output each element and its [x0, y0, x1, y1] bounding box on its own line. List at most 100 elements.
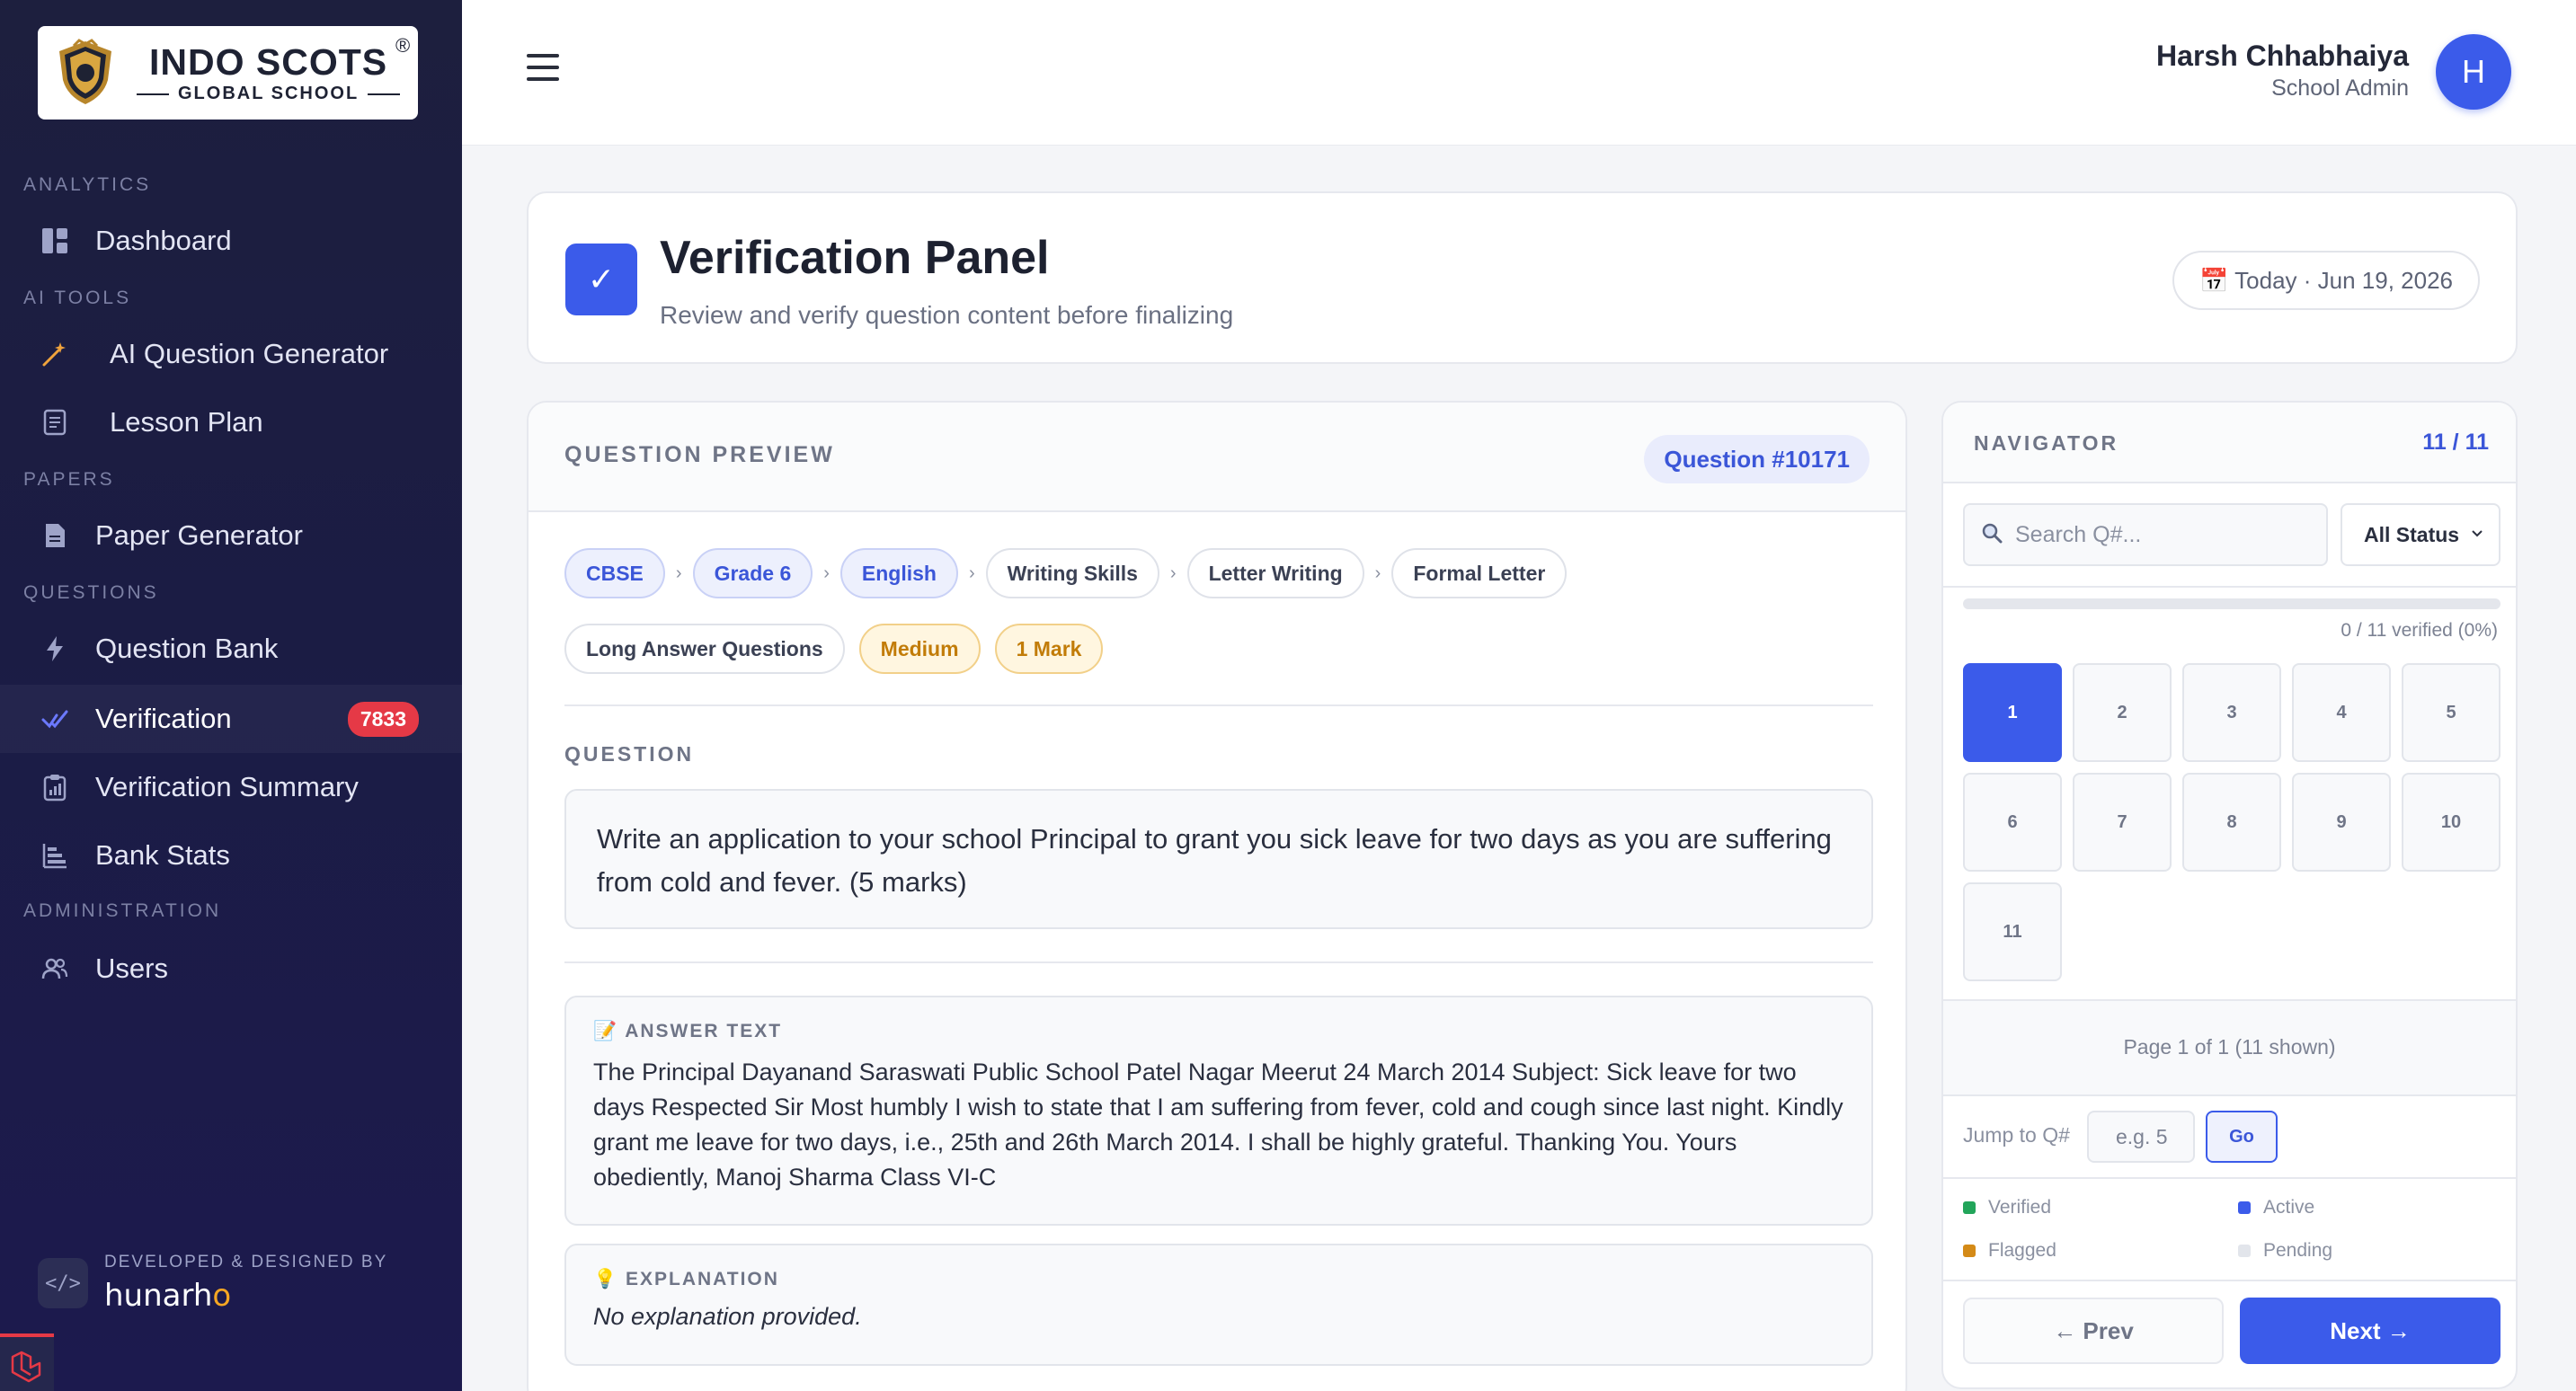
bolt-icon: [40, 633, 70, 664]
chevron-down-icon: [2472, 530, 2483, 537]
search-input[interactable]: [2015, 521, 2312, 548]
developer-caption: DEVELOPED & DESIGNED BY: [104, 1253, 388, 1271]
question-button[interactable]: 7: [2073, 773, 2172, 872]
search-icon: [1981, 522, 2003, 548]
question-button[interactable]: 11: [1963, 882, 2062, 981]
navigator-header: NAVIGATOR 11 / 11: [1943, 403, 2516, 483]
dashboard-icon: [40, 226, 70, 256]
tag-board: CBSE: [564, 548, 665, 598]
explanation-text: No explanation provided.: [593, 1303, 862, 1330]
sidebar-item-users[interactable]: Users: [0, 935, 462, 1003]
chevron-right-icon: ›: [1374, 563, 1381, 583]
navigator-card: NAVIGATOR 11 / 11 All Status 0 / 11 veri…: [1941, 401, 2518, 1389]
file-icon: [40, 520, 70, 551]
chevron-right-icon: ›: [968, 563, 975, 583]
jump-input[interactable]: [2087, 1111, 2195, 1163]
question-button[interactable]: 2: [2073, 663, 2172, 762]
divider: [564, 704, 1873, 706]
sidebar-item-label: Verification Summary: [95, 771, 359, 802]
section-ai-tools: AI TOOLS: [23, 288, 132, 308]
page-text: Page 1 of 1 (11 shown): [2123, 1035, 2336, 1059]
chevron-right-icon: ›: [1169, 563, 1177, 583]
tag-question-type: Long Answer Questions: [564, 624, 845, 674]
question-button[interactable]: 5: [2402, 663, 2500, 762]
legend-swatch: [2238, 1201, 2251, 1214]
sidebar-item-label: Lesson Plan: [110, 406, 263, 438]
user-role: School Admin: [2271, 75, 2409, 101]
users-icon: [40, 953, 70, 984]
pagination-info: Page 1 of 1 (11 shown): [1943, 999, 2516, 1096]
sidebar-item-label: Dashboard: [95, 225, 232, 256]
developer-logo[interactable]: hunarho: [104, 1278, 387, 1314]
question-grid: 1 2 3 4 5 6 7 8 9 10 11: [1963, 663, 2500, 981]
sidebar: INDO SCOTS ® GLOBAL SCHOOL ANALYTICS Dash…: [0, 0, 462, 1391]
section-questions: QUESTIONS: [23, 582, 159, 603]
tag-chapter: Writing Skills: [985, 548, 1159, 598]
brand-name: INDO SCOTS ®: [149, 34, 412, 83]
laravel-icon[interactable]: [0, 1333, 54, 1391]
avatar[interactable]: H: [2436, 34, 2511, 110]
sidebar-item-question-bank[interactable]: Question Bank: [0, 615, 462, 683]
question-button[interactable]: 10: [2402, 773, 2500, 872]
navigator-count: 11 / 11: [2422, 430, 2489, 455]
question-tags: Long Answer Questions Medium 1 Mark: [564, 624, 1104, 674]
legend-verified: Verified: [1963, 1197, 2051, 1218]
divider: [1943, 1280, 2516, 1281]
chevron-right-icon: ›: [823, 563, 830, 583]
question-preview-header: QUESTION PREVIEW Question #10171: [529, 403, 1905, 512]
verification-progress-bar: [1963, 598, 2500, 609]
question-button[interactable]: 3: [2182, 663, 2281, 762]
page-title: Verification Panel: [660, 232, 1050, 284]
answer-label: 📝 ANSWER TEXT: [593, 1021, 783, 1041]
status-filter-value: All Status: [2364, 522, 2460, 546]
verification-count-badge: 7833: [347, 701, 419, 737]
tag-subtopic: Formal Letter: [1391, 548, 1568, 598]
tag-grade: Grade 6: [692, 548, 813, 598]
question-button[interactable]: 6: [1963, 773, 2062, 872]
sidebar-item-verification[interactable]: Verification 7833: [0, 685, 462, 753]
legend-swatch: [2238, 1245, 2251, 1257]
chevron-right-icon: ›: [675, 563, 682, 583]
sidebar-item-paper-generator[interactable]: Paper Generator: [0, 501, 462, 570]
school-logo[interactable]: INDO SCOTS ® GLOBAL SCHOOL: [38, 26, 418, 120]
divider: [564, 961, 1873, 963]
topbar: Harsh Chhabhaiya School Admin H: [462, 0, 2576, 146]
sidebar-item-ai-question-generator[interactable]: AI Question Generator: [0, 320, 462, 388]
legend-flagged: Flagged: [1963, 1240, 2056, 1262]
question-button[interactable]: 8: [2182, 773, 2281, 872]
legend-swatch: [1963, 1201, 1976, 1214]
explanation-label: 💡 EXPLANATION: [593, 1269, 779, 1289]
tag-marks: 1 Mark: [994, 624, 1104, 674]
sidebar-item-label: Paper Generator: [95, 519, 303, 551]
sidebar-item-label: Question Bank: [95, 633, 279, 664]
code-icon: </>: [38, 1258, 88, 1308]
question-button[interactable]: 1: [1963, 663, 2062, 762]
sidebar-item-dashboard[interactable]: Dashboard: [0, 207, 462, 275]
sidebar-item-lesson-plan[interactable]: Lesson Plan: [0, 388, 462, 456]
developer-credit: </> DEVELOPED & DESIGNED BY hunarho: [38, 1253, 387, 1314]
answer-box: 📝 ANSWER TEXT The Principal Dayanand Sar…: [564, 996, 1873, 1226]
question-text: Write an application to your school Prin…: [564, 789, 1873, 929]
sidebar-item-label: AI Question Generator: [110, 338, 389, 369]
bars-icon: [40, 840, 70, 871]
divider: [1943, 1177, 2516, 1179]
sidebar-item-bank-stats[interactable]: Bank Stats: [0, 821, 462, 890]
menu-toggle-icon[interactable]: [527, 54, 559, 81]
question-preview-card: QUESTION PREVIEW Question #10171 CBSE › …: [527, 401, 1907, 1391]
prev-button[interactable]: ← Prev: [1963, 1298, 2224, 1364]
sidebar-item-label: Users: [95, 952, 168, 984]
question-search[interactable]: [1963, 503, 2328, 566]
date-pill: 📅 Today · Jun 19, 2026: [2172, 251, 2480, 310]
navigator-title: NAVIGATOR: [1974, 431, 2119, 455]
status-filter-select[interactable]: All Status: [2341, 503, 2500, 566]
tag-subject: English: [839, 548, 958, 598]
next-button[interactable]: Next →: [2240, 1298, 2500, 1364]
section-analytics: ANALYTICS: [23, 174, 152, 195]
question-button[interactable]: 4: [2292, 663, 2391, 762]
sidebar-item-verification-summary[interactable]: Verification Summary: [0, 753, 462, 821]
go-button[interactable]: Go: [2206, 1111, 2278, 1163]
document-icon: [40, 407, 70, 438]
page-subtitle: Review and verify question content befor…: [660, 301, 1234, 329]
legend-swatch: [1963, 1245, 1976, 1257]
question-button[interactable]: 9: [2292, 773, 2391, 872]
